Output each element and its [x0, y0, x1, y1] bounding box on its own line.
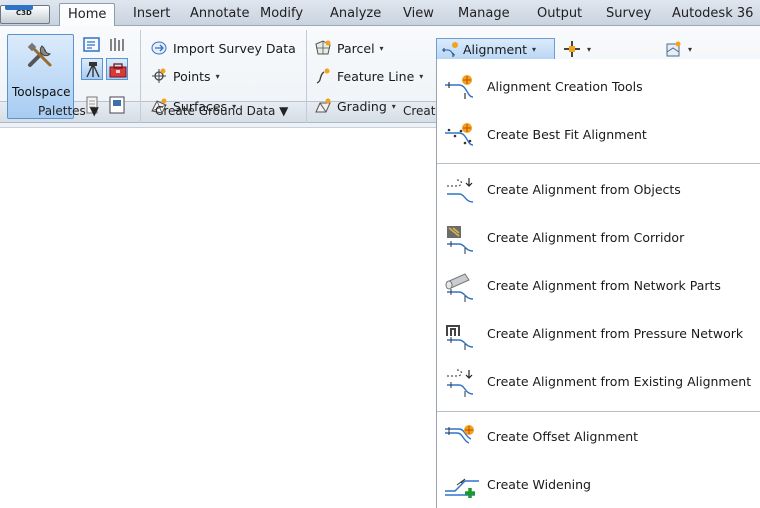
menu-separator	[437, 411, 760, 412]
tab-manage[interactable]: Manage	[458, 6, 510, 21]
tab-annotate[interactable]: Annotate	[190, 6, 249, 21]
menu-item-from-network-parts[interactable]: Create Alignment from Network Parts	[437, 264, 760, 308]
create-design-panel-title[interactable]: Creat	[403, 104, 436, 118]
menu-item-label: Create Alignment from Network Parts	[487, 278, 721, 293]
feature-line-dropdown-icon: ▾	[419, 71, 424, 81]
properties-palette-button[interactable]	[81, 34, 103, 56]
create-ground-data-panel-title[interactable]: Create Ground Data ▼	[155, 104, 288, 118]
grading-dropdown-icon: ▾	[391, 101, 396, 111]
toolspace-icon	[27, 42, 52, 67]
palettes-panel-title[interactable]: Palettes ▼	[38, 104, 99, 118]
assembly-icon	[666, 41, 681, 57]
survey-tripod-icon	[86, 62, 100, 78]
alignment-dropdown-button[interactable]: Alignment ▾	[436, 38, 555, 60]
grading-label: Grading	[337, 98, 387, 114]
application-menu-button[interactable]: C3D	[0, 5, 50, 24]
points-button[interactable]: Points ▾	[150, 66, 220, 86]
from-corridor-icon	[447, 226, 474, 254]
existing-alignment-icon	[447, 369, 474, 397]
network-parts-icon	[445, 273, 474, 302]
grading-icon	[315, 98, 331, 113]
tab-modify[interactable]: Modify	[260, 6, 303, 21]
menu-item-offset-alignment[interactable]: Create Offset Alignment	[437, 415, 760, 459]
menu-item-label: Create Offset Alignment	[487, 429, 639, 444]
survey-palette-button[interactable]	[81, 58, 103, 80]
points-dropdown-icon: ▾	[215, 71, 220, 81]
feature-line-button[interactable]: Feature Line ▾	[314, 66, 423, 86]
toolbox-button[interactable]	[106, 58, 128, 80]
tab-home[interactable]: Home	[59, 3, 116, 27]
menu-item-label: Create Best Fit Alignment	[487, 127, 647, 142]
menu-item-from-existing-alignment[interactable]: Create Alignment from Existing Alignment	[437, 360, 760, 404]
panel-title-separator	[306, 101, 307, 123]
points-label: Points	[173, 68, 211, 84]
sheet-set-icon	[109, 96, 125, 114]
menu-item-label: Create Alignment from Corridor	[487, 230, 685, 245]
pressure-network-icon	[446, 325, 474, 350]
menu-item-best-fit-alignment[interactable]: Create Best Fit Alignment	[437, 113, 760, 157]
menu-item-from-corridor[interactable]: Create Alignment from Corridor	[437, 216, 760, 260]
intersections-dropdown-icon: ▾	[587, 44, 592, 54]
alignment-dropdown-icon: ▾	[532, 44, 537, 54]
tool-palettes-icon	[110, 38, 124, 51]
best-fit-icon	[445, 123, 474, 146]
menu-item-from-objects[interactable]: Create Alignment from Objects	[437, 168, 760, 212]
panel-title-separator	[140, 101, 141, 123]
menu-item-alignment-creation-tools[interactable]: Alignment Creation Tools	[437, 65, 760, 109]
parcel-button[interactable]: Parcel ▾	[314, 38, 384, 58]
tab-autodesk-360[interactable]: Autodesk 36	[672, 6, 753, 21]
alignment-label: Alignment	[463, 41, 528, 57]
tab-analyze[interactable]: Analyze	[330, 6, 381, 21]
toolspace-label: Toolspace	[12, 85, 71, 99]
app-button-label: C3D	[16, 9, 32, 17]
toolbox-icon	[109, 63, 127, 78]
intersections-icon	[564, 41, 580, 57]
menu-item-from-pressure-network[interactable]: Create Alignment from Pressure Network	[437, 312, 760, 356]
import-survey-data-button[interactable]: Import Survey Data	[150, 38, 296, 58]
feature-line-icon	[316, 68, 330, 84]
grading-button[interactable]: Grading ▾	[314, 96, 396, 116]
menu-item-create-widening[interactable]: Create Widening	[437, 463, 760, 507]
assembly-dropdown-icon: ▾	[688, 44, 693, 54]
menu-item-label: Create Widening	[487, 477, 591, 492]
tool-palettes-button[interactable]	[106, 34, 128, 56]
offset-alignment-icon	[445, 425, 474, 444]
parcel-label: Parcel	[337, 40, 375, 56]
import-survey-data-label: Import Survey Data	[173, 40, 296, 56]
widening-icon	[445, 478, 479, 498]
menu-item-label: Alignment Creation Tools	[487, 79, 643, 94]
properties-icon	[83, 37, 100, 52]
import-survey-icon	[151, 41, 167, 55]
intersections-button[interactable]: ▾	[562, 40, 591, 58]
parcel-dropdown-icon: ▾	[379, 43, 384, 53]
from-objects-icon	[447, 178, 474, 203]
assembly-button[interactable]: ▾	[665, 40, 692, 58]
parcel-icon	[315, 40, 331, 55]
feature-line-label: Feature Line	[337, 68, 415, 84]
menu-item-label: Create Alignment from Existing Alignment	[487, 374, 752, 389]
tab-insert[interactable]: Insert	[133, 6, 170, 21]
menu-item-label: Create Alignment from Objects	[487, 182, 681, 197]
sheet-set-button[interactable]	[106, 94, 128, 116]
menu-item-label: Create Alignment from Pressure Network	[487, 326, 744, 341]
ribbon-tab-bar: C3D Home Insert Annotate Modify Analyze …	[0, 0, 760, 27]
menu-separator	[437, 163, 760, 164]
tab-output[interactable]: Output	[537, 6, 582, 21]
points-icon	[152, 68, 166, 83]
tab-survey[interactable]: Survey	[606, 6, 651, 21]
alignment-dropdown-menu: Alignment Creation Tools Create Best Fit…	[436, 59, 760, 508]
tab-view[interactable]: View	[403, 6, 434, 21]
alignment-icon	[442, 42, 458, 57]
alignment-tools-icon	[445, 75, 474, 99]
